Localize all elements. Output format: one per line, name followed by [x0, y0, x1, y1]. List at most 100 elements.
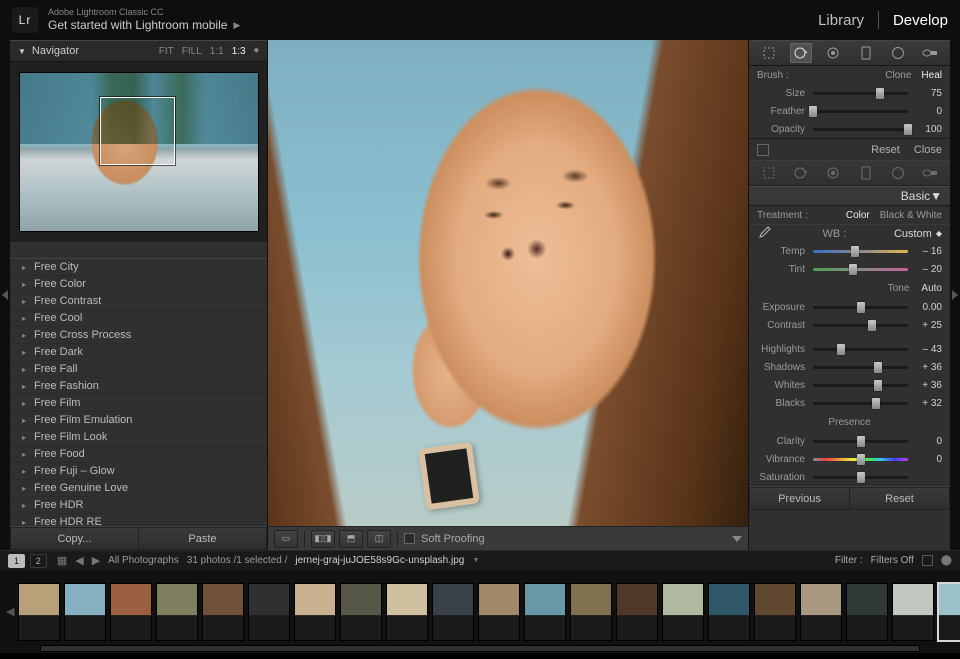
- spot-removal-tool-icon[interactable]: [790, 43, 812, 63]
- filmstrip-thumb[interactable]: [570, 583, 612, 641]
- radial-filter-icon[interactable]: [887, 43, 909, 63]
- right-edge-collapse[interactable]: [950, 40, 960, 550]
- promo-link[interactable]: Get started with Lightroom mobile ▶: [48, 18, 240, 32]
- toolbar-dropdown[interactable]: [732, 536, 742, 542]
- filmstrip-thumb[interactable]: [938, 583, 960, 641]
- filmstrip-thumb[interactable]: [846, 583, 888, 641]
- soft-proofing-toggle[interactable]: Soft Proofing: [404, 533, 485, 545]
- filter-lock-icon[interactable]: ⬤: [941, 555, 952, 566]
- vibrance-slider[interactable]: [813, 452, 908, 466]
- whites-slider[interactable]: [813, 378, 908, 392]
- soft-proofing-checkbox[interactable]: [404, 533, 415, 544]
- filmstrip-thumb[interactable]: [110, 583, 152, 641]
- filmstrip-thumb[interactable]: [202, 583, 244, 641]
- adjustment-brush-icon[interactable]: [919, 43, 941, 63]
- filmstrip-thumb[interactable]: [662, 583, 704, 641]
- shadows-slider[interactable]: [813, 360, 908, 374]
- clone-mode[interactable]: Clone: [885, 70, 911, 81]
- preset-item[interactable]: Free HDR RE: [10, 514, 267, 526]
- grid-view-icon[interactable]: ▦: [57, 554, 67, 567]
- preset-item[interactable]: Free Film Emulation: [10, 412, 267, 429]
- reset-button[interactable]: Reset: [850, 487, 950, 510]
- zoom-fit[interactable]: FIT: [159, 46, 174, 57]
- filter-value[interactable]: Filters Off: [871, 555, 914, 566]
- treatment-color[interactable]: Color: [846, 210, 870, 221]
- before-after-tb-icon[interactable]: ⬒: [339, 530, 363, 548]
- preset-item[interactable]: Free Fall: [10, 361, 267, 378]
- filename-dropdown-icon[interactable]: ▼: [472, 557, 479, 564]
- image-canvas[interactable]: [268, 40, 748, 526]
- filmstrip-thumb[interactable]: [478, 583, 520, 641]
- zoom-fill[interactable]: FILL: [182, 46, 202, 57]
- nav-next-icon[interactable]: ▶: [92, 554, 100, 567]
- filmstrip-thumb[interactable]: [754, 583, 796, 641]
- filmstrip-thumb[interactable]: [64, 583, 106, 641]
- preset-item[interactable]: Free Film: [10, 395, 267, 412]
- basic-panel-header[interactable]: Basic▼: [749, 186, 950, 206]
- filmstrip[interactable]: ◀ ▶: [0, 570, 960, 653]
- contrast-slider[interactable]: [813, 318, 908, 332]
- previous-button[interactable]: Previous: [749, 487, 850, 510]
- preset-item[interactable]: Free Cool: [10, 310, 267, 327]
- copy-button[interactable]: Copy...: [10, 527, 139, 550]
- preset-item[interactable]: Free Dark: [10, 344, 267, 361]
- screen-1[interactable]: 1: [8, 554, 25, 568]
- opacity-slider[interactable]: [813, 122, 908, 136]
- filmstrip-thumb[interactable]: [432, 583, 474, 641]
- filmstrip-thumb[interactable]: [386, 583, 428, 641]
- before-after-split-icon[interactable]: ◫: [367, 530, 391, 548]
- preset-item[interactable]: Free HDR: [10, 497, 267, 514]
- adj-brush-icon-2[interactable]: [919, 163, 941, 183]
- preset-item[interactable]: Free Fuji – Glow: [10, 463, 267, 480]
- zoom-dropdown-icon[interactable]: ◆: [254, 46, 259, 57]
- filmstrip-scrollbar-knob[interactable]: [320, 647, 410, 652]
- grad-filter-icon-2[interactable]: [855, 163, 877, 183]
- before-after-lr-icon[interactable]: ◧◨: [311, 530, 335, 548]
- redeye-tool-icon-2[interactable]: [822, 163, 844, 183]
- temp-slider[interactable]: [813, 244, 908, 258]
- graduated-filter-icon[interactable]: [855, 43, 877, 63]
- navigator-header[interactable]: ▼ Navigator FIT FILL 1:1 1:3 ◆: [10, 40, 267, 62]
- filmstrip-thumb[interactable]: [800, 583, 842, 641]
- wb-dropdown[interactable]: Custom ◆: [894, 228, 942, 240]
- feather-slider[interactable]: [813, 104, 908, 118]
- filmstrip-thumb[interactable]: [294, 583, 336, 641]
- spot-close-button[interactable]: Close: [914, 144, 942, 156]
- preset-item[interactable]: Free Color: [10, 276, 267, 293]
- navigator-preview[interactable]: [10, 62, 267, 242]
- auto-tone-button[interactable]: Auto: [921, 283, 942, 294]
- filmstrip-thumb[interactable]: [524, 583, 566, 641]
- filmstrip-scroll-left[interactable]: ◀: [6, 605, 14, 618]
- filmstrip-thumb[interactable]: [708, 583, 750, 641]
- spot-tool-icon-2[interactable]: [790, 163, 812, 183]
- paste-button[interactable]: Paste: [139, 527, 267, 550]
- eyedropper-icon[interactable]: [757, 225, 775, 242]
- filter-menu-icon[interactable]: [922, 555, 933, 566]
- screen-2[interactable]: 2: [30, 554, 47, 568]
- redeye-tool-icon[interactable]: [822, 43, 844, 63]
- preset-item[interactable]: Free Fashion: [10, 378, 267, 395]
- nav-prev-icon[interactable]: ◀: [75, 554, 83, 567]
- navigator-crop-rect[interactable]: [100, 97, 175, 165]
- preset-item[interactable]: Free Film Look: [10, 429, 267, 446]
- preset-item[interactable]: Free Genuine Love: [10, 480, 267, 497]
- highlights-slider[interactable]: [813, 342, 908, 356]
- size-slider[interactable]: [813, 86, 908, 100]
- loupe-view-icon[interactable]: ▭: [274, 530, 298, 548]
- exposure-slider[interactable]: [813, 300, 908, 314]
- module-develop[interactable]: Develop: [893, 12, 948, 29]
- filmstrip-thumb[interactable]: [156, 583, 198, 641]
- tint-slider[interactable]: [813, 262, 908, 276]
- zoom-1-3[interactable]: 1:3: [232, 46, 246, 57]
- preset-item[interactable]: Free City: [10, 259, 267, 276]
- filmstrip-thumb[interactable]: [248, 583, 290, 641]
- preset-item[interactable]: Free Contrast: [10, 293, 267, 310]
- blacks-slider[interactable]: [813, 396, 908, 410]
- filmstrip-thumb[interactable]: [18, 583, 60, 641]
- crop-tool-icon-2[interactable]: [758, 163, 780, 183]
- filmstrip-thumb[interactable]: [340, 583, 382, 641]
- crop-tool-icon[interactable]: [758, 43, 780, 63]
- saturation-slider[interactable]: [813, 470, 908, 484]
- preset-item[interactable]: Free Food: [10, 446, 267, 463]
- preset-item[interactable]: Free Cross Process: [10, 327, 267, 344]
